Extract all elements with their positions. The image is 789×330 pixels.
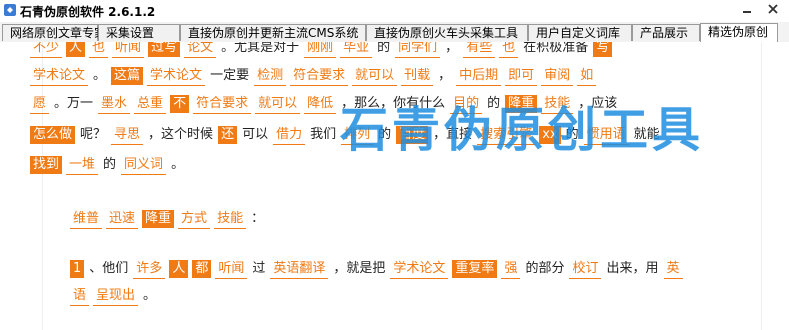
synonym-word[interactable]: 方式 (178, 210, 211, 229)
title-bar: 石青伪原创软件 2.6.1.2 (0, 0, 789, 22)
replaced-word[interactable]: 人 (169, 260, 189, 278)
plain-text: 。尤其是对于 (221, 42, 300, 55)
synonym-word[interactable]: 毕业 (340, 42, 373, 58)
synonym-word[interactable]: 听闻 (112, 42, 145, 58)
synonym-word[interactable]: 语 (70, 287, 90, 306)
replaced-word[interactable]: 重复率 (452, 260, 498, 278)
plain-text: ，这个时候 (148, 127, 214, 142)
synonym-word[interactable]: 刊载 (401, 67, 434, 86)
synonym-word[interactable]: 借力 (273, 126, 306, 145)
plain-text: 呢？ (80, 127, 107, 142)
synonym-word[interactable]: 同学们 (395, 42, 441, 58)
synonym-word[interactable]: 不少 (30, 42, 63, 58)
synonym-word[interactable]: 检测 (254, 67, 287, 86)
synonym-word[interactable]: 技能 (214, 210, 247, 229)
plain-text: ： (251, 211, 265, 226)
synonym-word[interactable]: 呈现出 (93, 287, 139, 306)
close-icon[interactable] (765, 2, 781, 16)
replaced-word[interactable]: 都 (192, 260, 212, 278)
plain-text: ，就是把 (333, 261, 386, 276)
tab-custom-dictionary[interactable]: 用户自定义词库 (528, 24, 632, 41)
text-line: 1 、他们 许多人都听闻过英语翻译 ，就是把 学术论文 重复率强的部分 校订 出来，用英 (68, 260, 685, 282)
plain-text: 、他们 (89, 261, 129, 276)
synonym-word[interactable]: 迅速 (106, 210, 139, 229)
replaced-word[interactable]: 过写 (148, 42, 181, 57)
plain-text: 的 (377, 42, 391, 55)
synonym-word[interactable]: 刚刚 (304, 42, 337, 58)
plain-text: 可以 (242, 127, 269, 142)
tab-locomotive-tool[interactable]: 直接伪原创火车头采集工具 (366, 24, 528, 41)
synonym-word[interactable]: 愿 (30, 95, 50, 114)
synonym-word[interactable]: 同义词 (121, 156, 167, 175)
synonym-word[interactable]: 学术论文 (390, 260, 449, 279)
synonym-word[interactable]: 就可以 (352, 67, 398, 86)
tab-article-expert[interactable]: 网络原创文章专家 (2, 24, 106, 41)
text-line: 学术论文。这篇 学术论文 一定要 检测 符合要求 就可以 刊载，中后期 即可 审阅如 (28, 67, 598, 89)
synonym-word[interactable]: 降低 (304, 95, 337, 114)
synonym-word[interactable]: 也 (89, 42, 109, 58)
watermark-logo: 石青伪原创工具 (340, 102, 705, 158)
plain-text: 的 (103, 157, 117, 172)
replaced-word[interactable]: 降重 (142, 210, 175, 228)
plain-text: 的部分 (525, 261, 565, 276)
synonym-word[interactable]: 中后期 (456, 67, 502, 86)
synonym-word[interactable]: 许多 (133, 260, 166, 279)
plain-text: 过 (252, 261, 266, 276)
text-line: 维普 迅速 降重 方式 技能 ： (68, 210, 267, 232)
synonym-word[interactable]: 总重 (134, 95, 167, 114)
synonym-word[interactable]: 审阅 (541, 67, 574, 86)
synonym-word[interactable]: 就可以 (255, 95, 301, 114)
replaced-word[interactable]: 找到 (30, 156, 63, 174)
synonym-word[interactable]: 即可 (505, 67, 538, 86)
tab-products[interactable]: 产品展示 (632, 24, 700, 41)
plain-text: 。 (93, 68, 107, 83)
synonym-word[interactable]: 英 (663, 260, 683, 279)
window-title: 石青伪原创软件 2.6.1.2 (20, 5, 156, 19)
plain-text: 在积极准备 (523, 42, 589, 55)
synonym-word[interactable]: 一堆 (66, 156, 99, 175)
synonym-word[interactable]: 符合要求 (290, 67, 349, 86)
replaced-word[interactable]: 怎么做 (30, 126, 76, 144)
synonym-word[interactable]: 学术论文 (30, 67, 89, 86)
tab-bar: 网络原创文章专家 采集设置 直接伪原创并更新主流CMS系统 直接伪原创火车头采集… (0, 22, 789, 43)
synonym-word[interactable]: 强 (501, 260, 521, 279)
synonym-word[interactable]: 如 (577, 67, 597, 86)
tab-selected-rewrite[interactable]: 精选伪原创 (700, 23, 778, 42)
synonym-word[interactable]: 也 (499, 42, 519, 58)
replaced-word[interactable]: 人 (66, 42, 86, 57)
minimize-icon[interactable] (739, 2, 755, 16)
plain-text: ， (438, 68, 452, 83)
tab-collect-settings[interactable]: 采集设置 (98, 24, 180, 41)
plain-text: ， (445, 42, 459, 55)
plain-text: 一定要 (210, 68, 250, 83)
plain-text: 。 (171, 157, 185, 172)
replaced-word[interactable]: 1 (70, 260, 85, 278)
replaced-word[interactable]: 不 (170, 95, 190, 113)
synonym-word[interactable]: 学术论文 (147, 67, 206, 86)
content-area: 不少人也听闻 过写 论文 。尤其是对于 刚刚 毕业的同学们，有些也在积极准备写学术论文。这… (0, 42, 789, 330)
synonym-word[interactable]: 英语翻译 (270, 260, 329, 279)
synonym-word[interactable]: 符合要求 (193, 95, 252, 114)
synonym-word[interactable]: 听闻 (215, 260, 248, 279)
text-line: 不少人也听闻 过写 论文 。尤其是对于 刚刚 毕业的同学们，有些也在积极准备写 (28, 42, 614, 61)
text-line: 语呈现出。 (68, 287, 159, 309)
plain-text: 。万一 (54, 96, 94, 111)
synonym-word[interactable]: 论文 (184, 42, 217, 58)
synonym-word[interactable]: 寻思 (111, 126, 144, 145)
plain-text: 出来，用 (606, 261, 659, 276)
synonym-word[interactable]: 校订 (569, 260, 602, 279)
plain-text: 。 (143, 288, 157, 303)
plain-text: 我们 (310, 127, 337, 142)
replaced-word[interactable]: 写 (593, 42, 613, 57)
replaced-word[interactable]: 还 (218, 126, 238, 144)
synonym-word[interactable]: 有些 (463, 42, 496, 58)
tab-update-cms[interactable]: 直接伪原创并更新主流CMS系统 (180, 24, 366, 41)
app-icon (4, 4, 16, 16)
text-line: 找到 一堆的同义词。 (28, 156, 187, 178)
synonym-word[interactable]: 维普 (70, 210, 103, 229)
replaced-word[interactable]: 这篇 (111, 67, 144, 85)
synonym-word[interactable]: 墨水 (98, 95, 131, 114)
